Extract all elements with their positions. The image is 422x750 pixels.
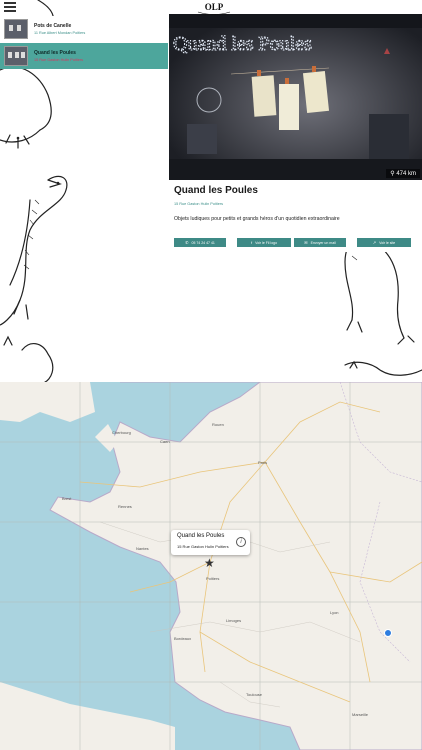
city-label: Lyon [330, 610, 339, 615]
info-icon[interactable]: i [236, 537, 246, 547]
callout-address: 15 Rue Gaston Hulin Poitiers [177, 544, 229, 549]
city-label: Limoges [226, 618, 242, 623]
city-label: Marseille [352, 712, 369, 717]
svg-text:OLP: OLP [205, 2, 224, 12]
svg-text:DU CANAL DE BOURGOGNE: DU CANAL DE BOURGOGNE [199, 14, 229, 17]
phone-icon: ✆ [185, 240, 189, 245]
email-button[interactable]: ✉ Envoyer un mail [294, 238, 346, 247]
list-item-title: Pots de Canelle [34, 23, 72, 29]
shop-thumbnail [4, 46, 28, 66]
city-label: Rouen [212, 422, 224, 427]
list-item-address: 15 Rue Gaston Hulin Poitiers [34, 58, 83, 62]
shop-location-marker-icon[interactable]: ★ [204, 557, 215, 569]
shop-photo: Quand les Poules ⚲ 474 km [169, 14, 422, 180]
shop-title: Quand les Poules [174, 185, 258, 196]
mail-icon: ✉ [304, 240, 308, 245]
city-label: Toulouse [246, 692, 263, 697]
city-label: Poitiers [206, 576, 220, 581]
map-callout[interactable]: Quand les Poules 15 Rue Gaston Hulin Poi… [171, 530, 250, 555]
shop-address[interactable]: 15 Rue Gaston Hulin Poitiers [174, 202, 223, 206]
call-button[interactable]: ✆ 05 74 24 47 41 [174, 238, 226, 247]
link-icon: ↗ [372, 240, 377, 245]
city-label: Cherbourg [112, 430, 131, 435]
shop-panel: OLP DU CANAL DE BOURGOGNE Pots de Canell… [0, 0, 422, 382]
facebook-button[interactable]: f Voir le Fil logo [237, 238, 291, 247]
city-label: Brest [62, 496, 72, 501]
shop-description: Objets ludiques pour petits et grands hé… [174, 216, 340, 222]
shop-thumbnail [4, 19, 28, 39]
call-label: 05 74 24 47 41 [191, 240, 215, 245]
email-label: Envoyer un mail [310, 240, 336, 245]
user-location-icon [384, 629, 392, 637]
facebook-icon: f [250, 240, 253, 245]
menu-icon[interactable] [4, 2, 16, 12]
sign-text: Quand les Poules [173, 33, 312, 55]
facebook-label: Voir le Fil logo [255, 240, 278, 245]
distance-value: 474 km [396, 171, 416, 177]
list-item-title: Quand les Poules [34, 50, 76, 56]
city-label: Rennes [118, 504, 132, 509]
website-label: Voir le site [379, 240, 396, 245]
website-button[interactable]: ↗ Voir le site [357, 238, 411, 247]
list-item-address: 11 Rue Albert Mondan Poitiers [34, 31, 86, 35]
city-label: Nantes [136, 546, 149, 551]
list-item[interactable]: Pots de Canelle 11 Rue Albert Mondan Poi… [0, 16, 168, 42]
olp-logo: OLP DU CANAL DE BOURGOGNE [194, 0, 234, 17]
callout-title: Quand les Poules [177, 533, 225, 539]
shop-detail-card: Quand les Poules 15 Rue Gaston Hulin Poi… [169, 180, 422, 252]
distance-badge: ⚲ 474 km [386, 169, 420, 178]
shop-list: Pots de Canelle 11 Rue Albert Mondan Poi… [0, 14, 168, 70]
city-label: Caen [160, 439, 170, 444]
list-item-selected[interactable]: Quand les Poules 15 Rue Gaston Hulin Poi… [0, 43, 168, 69]
city-label: Paris [258, 460, 268, 465]
city-label: Bordeaux [174, 636, 192, 641]
